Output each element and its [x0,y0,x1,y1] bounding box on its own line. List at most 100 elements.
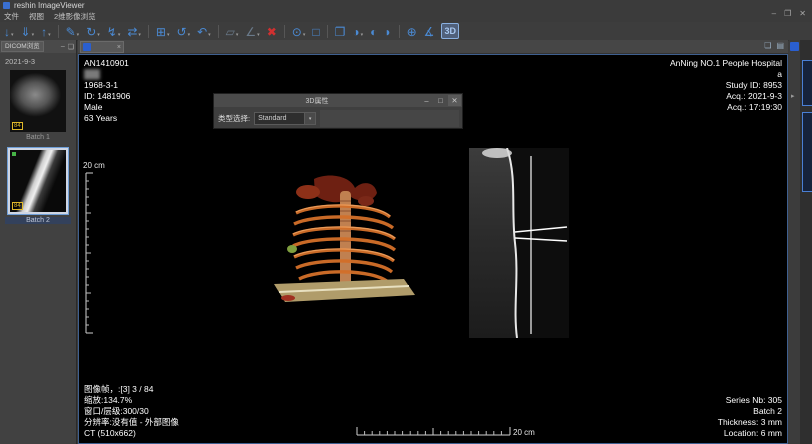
cube-3d-icon: 3D [444,24,456,38]
dropdown-caret-icon: ▾ [138,32,141,39]
selected-thumbnail-frame: 84 [7,147,69,215]
export-image-button[interactable]: ↑▾ [41,23,51,39]
panel-collapse-icon[interactable]: – [61,43,65,51]
dialog-maximize-icon[interactable]: □ [434,95,447,106]
accession-number: AN1410901 [84,58,130,69]
batch-label: Batch 2 [718,406,782,417]
app-window: reshin ImageViewer – ❐ ✕ 文件 视图 2维影像浏览 ↓▾… [0,0,812,444]
angle-tool-button[interactable]: ∡ [424,23,435,39]
strip-thumbnail[interactable] [802,112,812,192]
rotate-ccw-button[interactable]: ↶▾ [197,23,211,39]
mpr-sphere-button[interactable]: ⊕ [407,23,417,39]
plug-refresh-button[interactable]: ↻▾ [86,23,100,39]
app-logo-icon [3,2,10,9]
series-info-overlay: Series Nb: 305 Batch 2 Thickness: 3 mm L… [718,395,782,439]
strip-thumbnail[interactable] [802,60,812,106]
angle-tool-icon: ∡ [424,25,435,39]
plug-import-button[interactable]: ↯▾ [107,23,121,39]
dropdown-caret-icon: ▾ [167,32,170,39]
dicom-browser-tab[interactable]: DICOM浏览 [1,41,44,52]
toolbar-separator [399,25,400,38]
flip-view-icon: ↺ [177,25,187,39]
half-contrast-button[interactable]: ◗ [384,23,391,39]
annotation-tool-icon[interactable] [790,42,799,51]
open-image-button[interactable]: ↓▾ [4,23,14,39]
menu-view[interactable]: 视图 [29,11,44,22]
copy-series-icon: ❐ [335,25,346,39]
mpr-sphere-icon: ⊕ [407,25,417,39]
dialog-minimize-icon[interactable]: – [420,95,433,106]
patient-age: 63 Years [84,113,130,124]
invert-contrast-button[interactable]: ◐ [370,23,377,39]
menu-bar: 文件 视图 2维影像浏览 [0,11,812,22]
magnify-button[interactable]: ⊙▾ [292,23,306,39]
select-region-icon: ▱ [226,25,235,39]
study-info-overlay: AnNing NO.1 People Hospital a Study ID: … [670,58,782,113]
toolbar-separator [284,25,285,38]
panel-header-controls: – ❏ [61,43,76,51]
delete-series-button[interactable]: ✖ [267,23,277,39]
chevron-down-icon: ▾ [304,113,315,124]
frame-count-badge: 84 [12,122,23,130]
open-study-button[interactable]: ⇓▾ [21,23,35,39]
window-level-value: 窗口/层级:300/30 [84,406,179,417]
toolbar-separator [148,25,149,38]
edit-pencil-button[interactable]: ✎▾ [66,23,80,39]
loaded-indicator-icon [12,152,16,156]
series-thumbnail-1[interactable]: 84 [10,70,66,132]
image-viewport[interactable]: 20 cm [78,54,788,444]
dropdown-caret-icon: ▾ [208,32,211,39]
hospital-name: AnNing NO.1 People Hospital [670,58,782,69]
invert-contrast-icon: ◐ [370,25,377,39]
copy-series-button[interactable]: ❐ [335,23,346,39]
tab-close-icon[interactable]: × [117,44,121,51]
type-select-label: 类型选择: [218,113,250,124]
dropdown-caret-icon: ▾ [118,32,121,39]
cube-3d-button[interactable]: 3D [441,23,459,39]
dialog-body: 类型选择: Standard ▾ [214,107,462,130]
patient-sex: Male [84,102,130,113]
study-info-line2: a [670,69,782,80]
menu-2d-browse[interactable]: 2维影像浏览 [54,11,96,22]
menu-file[interactable]: 文件 [4,11,19,22]
study-id: Study ID: 8953 [670,80,782,91]
dicom-browser-header: DICOM浏览 – ❏ [0,40,76,53]
viewer-tab-strip: × ❏ ▤ [78,40,788,54]
plug-export-button[interactable]: ⇄▾ [127,23,141,39]
render-type-dialog[interactable]: 3D属性 – □ ✕ 类型选择: Standard ▾ [213,93,463,129]
expand-panel-icon[interactable]: ▸ [791,92,795,100]
measure-line-button[interactable]: ∠▾ [245,23,259,39]
dropdown-caret-icon: ▾ [361,32,364,39]
flip-view-button[interactable]: ↺▾ [177,23,191,39]
patient-name-masked: ███ [84,69,130,80]
toolbar-separator [58,25,59,38]
collapsed-series-strip[interactable] [800,40,812,444]
toolbar-separator [327,25,328,38]
dialog-empty-area [320,110,459,127]
series-number: Series Nb: 305 [718,395,782,406]
zoom-window-button[interactable]: □ [312,23,319,39]
pin-panel-icon[interactable]: ▤ [776,41,784,50]
frame-index: 图像帧，:[3] 3 / 84 [84,384,179,395]
dropdown-caret-icon: ▾ [303,32,306,39]
layout-grid-button[interactable]: ⊞▾ [156,23,170,39]
series-thumbnail-2-image: 84 [10,150,66,212]
volume-render-ribcage[interactable] [254,171,429,316]
window-level-button[interactable]: ◑▾ [352,23,363,39]
delete-series-icon: ✖ [267,25,277,39]
select-region-button[interactable]: ▱▾ [226,23,239,39]
float-panel-icon[interactable]: ❏ [764,41,771,50]
layout-grid-icon: ⊞ [156,25,166,39]
render-type-value: Standard [255,115,304,122]
dropdown-caret-icon: ▾ [32,32,35,39]
render-type-dropdown[interactable]: Standard ▾ [254,112,316,125]
edit-pencil-icon: ✎ [66,25,76,39]
sagittal-localizer-image[interactable] [469,148,569,338]
series-thumbnail-2[interactable]: 84 [7,147,69,215]
open-study-icon: ⇓ [21,25,31,39]
panel-float-icon[interactable]: ❏ [68,43,74,51]
dialog-close-icon[interactable]: ✕ [448,95,461,106]
dialog-title-bar[interactable]: 3D属性 – □ ✕ [214,94,462,107]
toolbar-separator [218,25,219,38]
viewer-tab[interactable]: × [80,41,124,53]
